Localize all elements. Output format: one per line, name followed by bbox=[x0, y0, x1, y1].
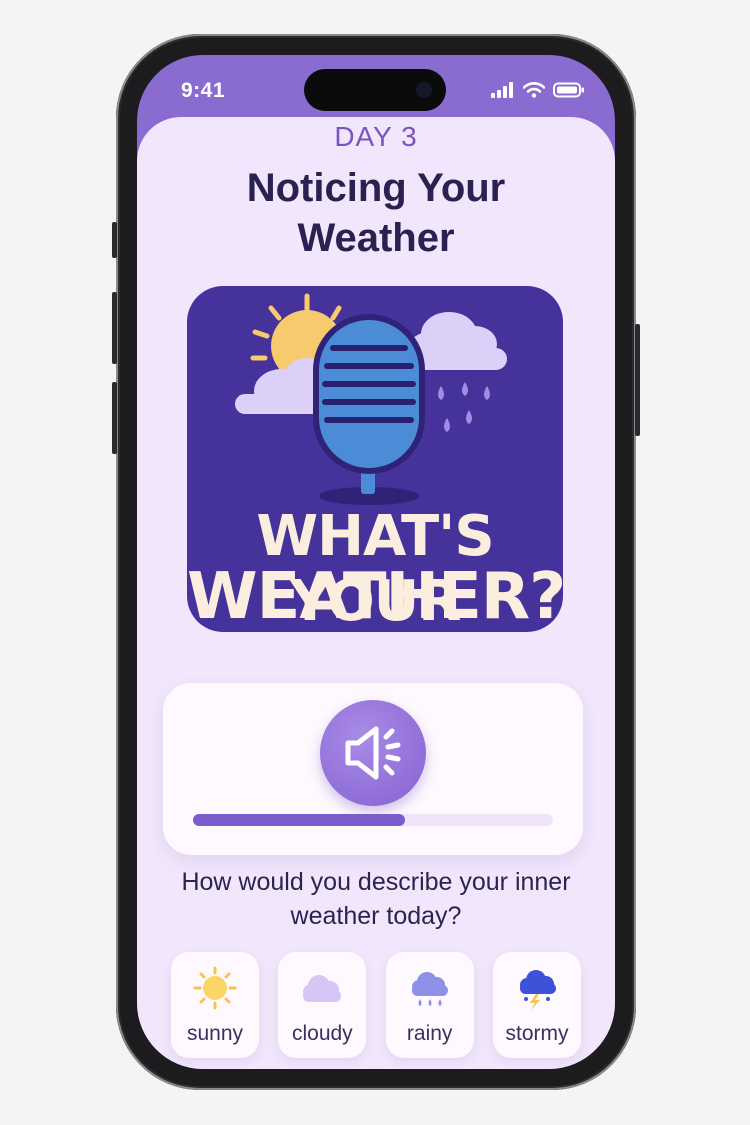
page-title: Noticing Your Weather bbox=[246, 166, 506, 260]
mood-option-rainy[interactable]: rainy bbox=[385, 952, 474, 1058]
cloud-icon bbox=[303, 975, 342, 1002]
mood-label: cloudy bbox=[291, 1022, 353, 1045]
camera-icon bbox=[416, 82, 432, 98]
podcast-cover-art: WHAT'S YOUR WEATHER? bbox=[187, 286, 563, 632]
mood-option-cloudy[interactable]: cloudy bbox=[278, 952, 367, 1058]
audio-progress-bar[interactable] bbox=[193, 814, 553, 826]
lesson-sheet: DAY 3 Noticing Your Weather WHAT'S YOUR … bbox=[137, 117, 615, 1069]
sun-icon bbox=[193, 966, 237, 1010]
status-time: 9:41 bbox=[181, 79, 226, 102]
cellular-signal-icon bbox=[491, 82, 513, 98]
play-audio-button[interactable] bbox=[320, 700, 426, 806]
status-bar: 9:41 bbox=[137, 55, 615, 125]
wifi-icon bbox=[523, 82, 545, 98]
mood-option-stormy[interactable]: stormy bbox=[492, 952, 581, 1058]
mood-options: sunny cloudy rainy stormy bbox=[171, 952, 581, 1058]
speaker-icon bbox=[345, 726, 401, 780]
volume-down-button bbox=[112, 382, 117, 454]
power-button bbox=[635, 324, 640, 436]
cover-title-line2: WEATHER? bbox=[187, 560, 563, 632]
app-screen: 9:41 DAY 3 Noticing Your Weather WHAT'S … bbox=[137, 55, 615, 1069]
battery-icon bbox=[553, 82, 584, 98]
volume-up-button bbox=[112, 292, 117, 364]
rain-cloud-icon bbox=[411, 972, 448, 1006]
phone-frame: 9:41 DAY 3 Noticing Your Weather WHAT'S … bbox=[112, 34, 640, 1090]
day-label: DAY 3 bbox=[334, 121, 418, 152]
storm-cloud-icon bbox=[519, 970, 556, 1010]
mood-option-sunny[interactable]: sunny bbox=[171, 952, 259, 1058]
mood-label: sunny bbox=[186, 1022, 244, 1045]
reflection-question: How would you describe your inner weathe… bbox=[181, 868, 571, 930]
audio-progress-fill bbox=[193, 814, 406, 826]
mood-label: rainy bbox=[406, 1022, 453, 1045]
microphone-icon bbox=[313, 314, 425, 505]
audio-player bbox=[163, 683, 583, 855]
mood-label: stormy bbox=[505, 1022, 569, 1045]
dynamic-island bbox=[304, 69, 446, 111]
mute-switch bbox=[112, 222, 117, 258]
rain-icon bbox=[438, 382, 490, 432]
